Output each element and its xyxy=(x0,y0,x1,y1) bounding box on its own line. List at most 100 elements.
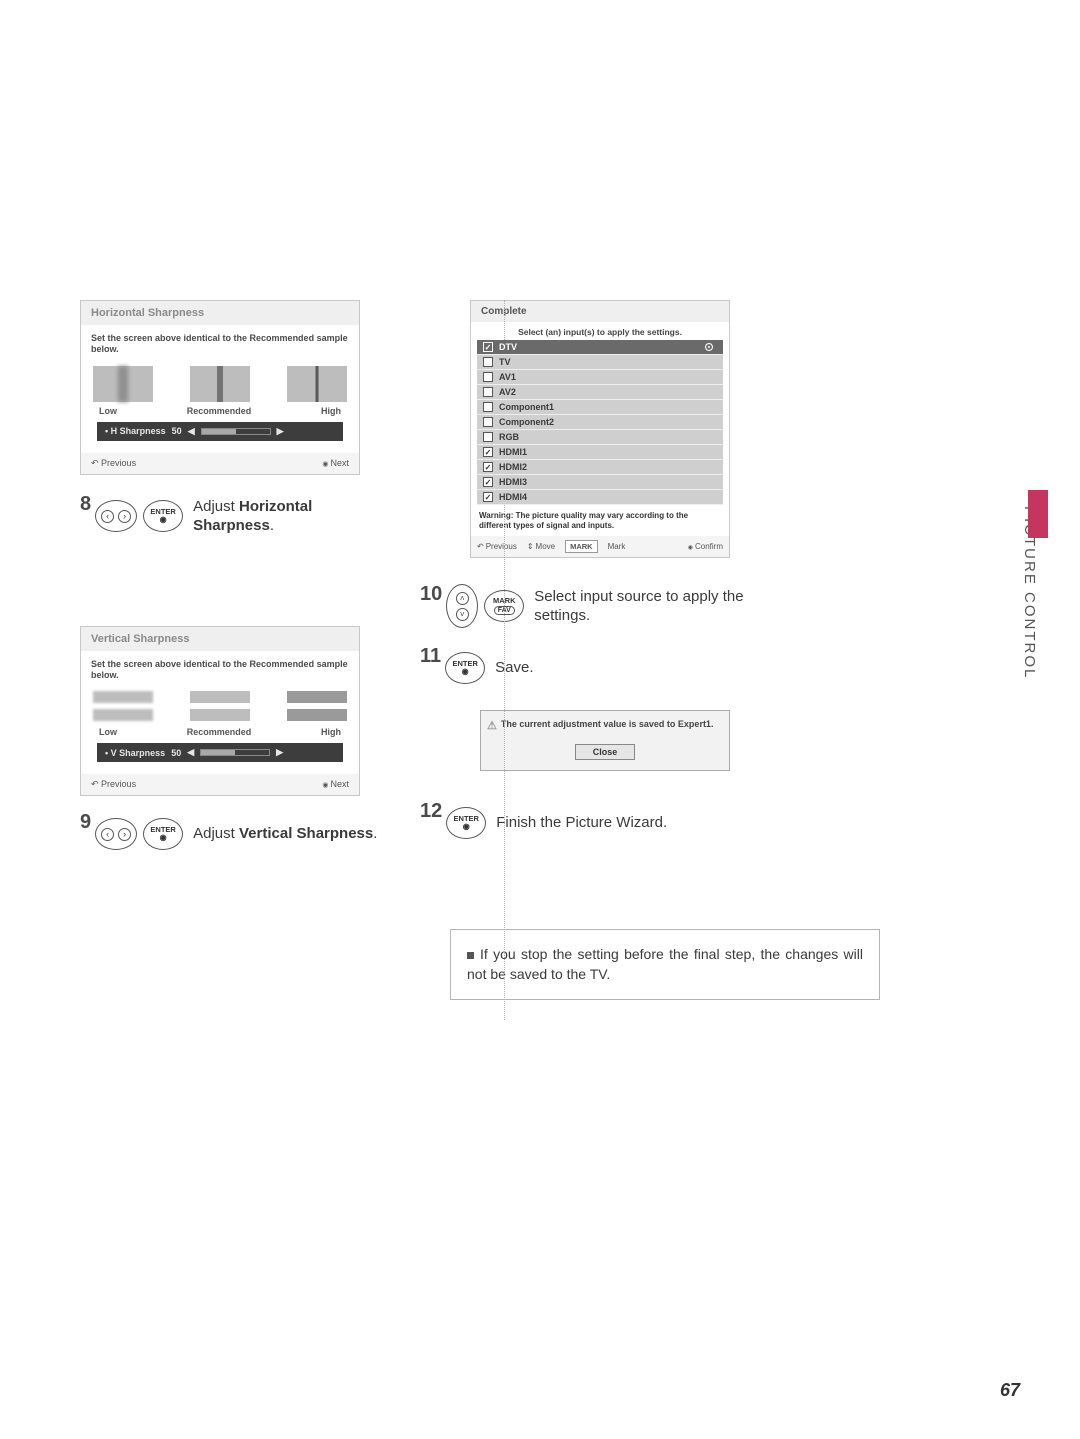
slider-label: • V Sharpness xyxy=(105,748,165,758)
close-button[interactable]: Close xyxy=(575,744,635,760)
nav-previous[interactable]: Previous xyxy=(477,542,517,551)
checkbox-icon xyxy=(483,357,493,367)
label-recommended: Recommended xyxy=(187,406,252,416)
input-label: HDMI1 xyxy=(499,447,527,457)
step-number: 11 xyxy=(420,645,441,668)
input-label: Component2 xyxy=(499,417,554,427)
slider-track[interactable] xyxy=(201,428,271,435)
input-label: HDMI3 xyxy=(499,477,527,487)
checkbox-icon xyxy=(483,372,493,382)
input-label: Component1 xyxy=(499,402,554,412)
panel-description: Set the screen above identical to the Re… xyxy=(91,333,349,356)
input-item-tv[interactable]: TV xyxy=(477,355,723,370)
input-label: RGB xyxy=(499,432,519,442)
h-sharpness-slider[interactable]: • H Sharpness 50 ◀ ▶ xyxy=(97,422,343,441)
slider-label: • H Sharpness xyxy=(105,426,166,436)
arrow-right-icon[interactable]: ▶ xyxy=(276,747,283,758)
panel-title: Vertical Sharpness xyxy=(81,627,359,651)
step-text: Save. xyxy=(495,658,533,678)
step-8: 8 ‹› ENTER◉ Adjust Horizontal Sharpness. xyxy=(80,497,380,536)
nav-move[interactable]: Move xyxy=(527,542,555,551)
nav-mark[interactable]: Mark xyxy=(608,542,626,551)
arrow-left-icon[interactable]: ◀ xyxy=(188,426,195,437)
input-source-list: ✓DTVTVAV1AV2Component1Component2RGB✓HDMI… xyxy=(477,340,723,505)
saved-dialog: ⚠ The current adjustment value is saved … xyxy=(480,710,730,771)
arrow-left-icon[interactable]: ◀ xyxy=(187,747,194,758)
step-12: 12 ENTER◉ Finish the Picture Wizard. xyxy=(420,807,910,839)
nav-confirm[interactable]: Confirm xyxy=(688,542,723,551)
arrow-right-icon[interactable]: ▶ xyxy=(277,426,284,437)
saved-message: The current adjustment value is saved to… xyxy=(501,719,714,729)
input-item-rgb[interactable]: RGB xyxy=(477,430,723,445)
up-down-button[interactable]: ˄˅ xyxy=(446,584,478,628)
panel-title: Horizontal Sharpness xyxy=(81,301,359,325)
input-item-hdmi1[interactable]: ✓HDMI1 xyxy=(477,445,723,460)
label-low: Low xyxy=(99,406,117,416)
input-item-component1[interactable]: Component1 xyxy=(477,400,723,415)
slider-value: 50 xyxy=(171,748,181,758)
sample-high xyxy=(287,366,347,402)
mark-button-icon: MARK xyxy=(565,540,598,553)
slider-value: 50 xyxy=(172,426,182,436)
slider-track[interactable] xyxy=(200,749,270,756)
panel-nav-bar: Previous Move MARK Mark Confirm xyxy=(471,536,729,557)
step-number: 10 xyxy=(420,583,442,606)
section-tab: PICTURE CONTROL xyxy=(1021,506,1038,679)
step-10: 10 ˄˅ MARK FAV Select input source to ap… xyxy=(420,584,910,628)
input-label: AV2 xyxy=(499,387,516,397)
note-box: If you stop the setting before the final… xyxy=(450,929,880,1000)
panel-vertical-sharpness: Vertical Sharpness Set the screen above … xyxy=(80,626,360,797)
step-9: 9 ‹› ENTER◉ Adjust Vertical Sharpness. xyxy=(80,818,380,850)
step-number: 12 xyxy=(420,800,442,823)
input-item-hdmi3[interactable]: ✓ HDMI3 xyxy=(477,475,723,490)
panel-complete: Complete Select (an) input(s) to apply t… xyxy=(470,300,730,558)
radio-icon xyxy=(705,343,713,351)
v-sharpness-slider[interactable]: • V Sharpness 50 ◀ ▶ xyxy=(97,743,343,762)
panel-title: Complete xyxy=(471,301,729,322)
step-text: Select input source to apply the setting… xyxy=(534,587,794,626)
input-label: HDMI4 xyxy=(499,492,527,502)
step-text: Adjust Horizontal Sharpness. xyxy=(193,497,380,536)
input-label: DTV xyxy=(499,342,517,352)
warning-text: Warning: The picture quality may vary ac… xyxy=(471,505,729,536)
sample-recommended xyxy=(190,366,250,402)
checkbox-icon xyxy=(483,402,493,412)
label-recommended: Recommended xyxy=(187,727,252,737)
panel-description: Select (an) input(s) to apply the settin… xyxy=(471,322,729,340)
nav-next[interactable]: Next xyxy=(322,458,349,469)
enter-button[interactable]: ENTER◉ xyxy=(446,807,486,839)
input-item-dtv[interactable]: ✓ DTV xyxy=(477,340,723,355)
panel-horizontal-sharpness: Horizontal Sharpness Set the screen abov… xyxy=(80,300,360,475)
nav-previous[interactable]: Previous xyxy=(91,458,136,469)
label-high: High xyxy=(321,727,341,737)
input-item-hdmi2[interactable]: ✓HDMI2 xyxy=(477,460,723,475)
input-item-hdmi4[interactable]: ✓ HDMI4 xyxy=(477,490,723,505)
input-item-av1[interactable]: AV1 xyxy=(477,370,723,385)
step-11: 11 ENTER◉ Save. xyxy=(420,652,910,684)
checkbox-icon xyxy=(483,417,493,427)
label-low: Low xyxy=(99,727,117,737)
left-right-button[interactable]: ‹› xyxy=(95,818,137,850)
input-label: AV1 xyxy=(499,372,516,382)
bullet-icon xyxy=(467,952,474,959)
step-number: 9 xyxy=(80,811,91,834)
checkbox-icon: ✓ xyxy=(483,492,493,502)
enter-button[interactable]: ENTER◉ xyxy=(143,500,183,532)
input-label: TV xyxy=(499,357,511,367)
checkbox-icon: ✓ xyxy=(483,342,493,352)
enter-button[interactable]: ENTER◉ xyxy=(143,818,183,850)
checkbox-icon: ✓ xyxy=(483,462,493,472)
label-high: High xyxy=(321,406,341,416)
sharpness-samples xyxy=(93,366,347,402)
panel-description: Set the screen above identical to the Re… xyxy=(91,659,349,682)
nav-previous[interactable]: Previous xyxy=(91,779,136,790)
sharpness-samples xyxy=(93,691,347,721)
input-item-av2[interactable]: AV2 xyxy=(477,385,723,400)
left-right-button[interactable]: ‹› xyxy=(95,500,137,532)
input-item-component2[interactable]: Component2 xyxy=(477,415,723,430)
enter-button[interactable]: ENTER◉ xyxy=(445,652,485,684)
nav-next[interactable]: Next xyxy=(322,779,349,790)
checkbox-icon: ✓ xyxy=(483,477,493,487)
step-text: Finish the Picture Wizard. xyxy=(496,813,667,833)
warning-icon: ⚠ xyxy=(487,719,497,732)
